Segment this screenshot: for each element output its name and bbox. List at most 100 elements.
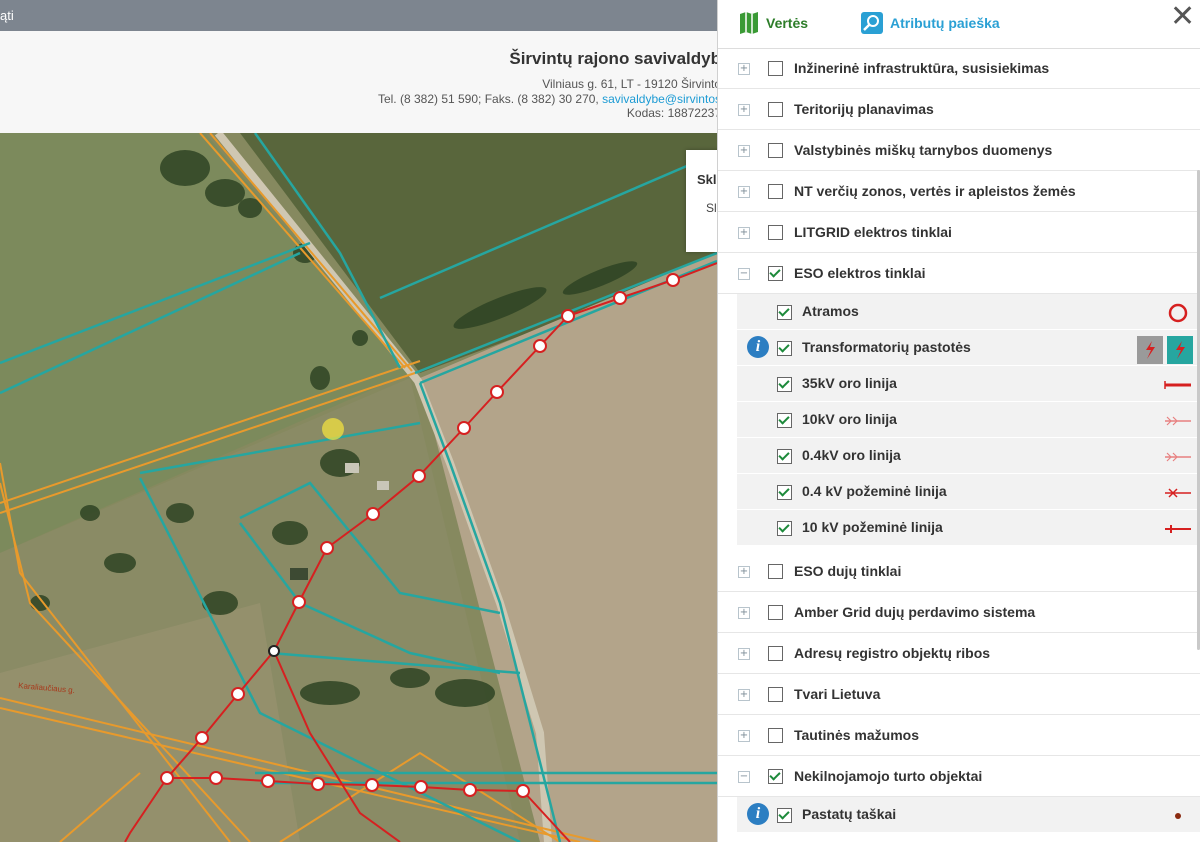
layer-checkbox[interactable]: [768, 769, 783, 784]
expand-icon[interactable]: +: [738, 648, 750, 660]
layer-row[interactable]: + Adresų registro objektų ribos: [718, 633, 1200, 674]
layer-list: + Inžinerinė infrastruktūra, susisiekimas…: [718, 48, 1200, 842]
sublayer-row[interactable]: Atramos: [737, 294, 1200, 330]
layer-checkbox[interactable]: [768, 184, 783, 199]
municipality-contacts: Tel. (8 382) 51 590; Faks. (8 382) 30 27…: [378, 92, 721, 106]
sublayer-row[interactable]: 10kV oro linija: [737, 402, 1200, 438]
top-bar-label: ąti: [0, 8, 14, 23]
sublayer-row[interactable]: i Transformatorių pastotės: [737, 330, 1200, 366]
layer-label: Nekilnojamojo turto objektai: [794, 768, 983, 784]
panel-tabs: Vertės Atributų paieška ✕: [718, 0, 1200, 49]
info-icon[interactable]: i: [747, 336, 769, 358]
expand-icon[interactable]: +: [738, 104, 750, 116]
collapse-icon[interactable]: −: [738, 268, 750, 280]
layer-label: LITGRID elektros tinklai: [794, 224, 952, 240]
municipality-header: Širvintų rajono savivaldyb Vilniaus g. 6…: [0, 31, 721, 133]
expand-icon[interactable]: +: [738, 730, 750, 742]
layer-checkbox[interactable]: [768, 102, 783, 117]
line-10kv-symbol-icon: [1137, 408, 1197, 432]
map-icon: [740, 12, 758, 34]
location-marker[interactable]: [322, 418, 344, 440]
transformer-station[interactable]: [268, 645, 280, 657]
sublayer-label: 10 kV požeminė linija: [802, 519, 943, 535]
layer-row[interactable]: + Teritorijų planavimas: [718, 89, 1200, 130]
sublayer-checkbox[interactable]: [777, 521, 792, 536]
sublayer-label: 0.4kV oro linija: [802, 447, 901, 463]
line-35kv-symbol-icon: [1137, 372, 1197, 396]
sublayer-label: Atramos: [802, 303, 859, 319]
layer-label: Teritorijų planavimas: [794, 101, 934, 117]
sublayer-label: Pastatų taškai: [802, 806, 897, 822]
line-04kv-symbol-icon: [1137, 444, 1197, 468]
expand-icon[interactable]: +: [738, 607, 750, 619]
phone-text: Tel. (8 382) 51 590; Faks. (8 382) 30 27…: [377, 92, 603, 106]
close-icon[interactable]: ✕: [1170, 2, 1195, 32]
top-bar: ąti: [0, 0, 717, 31]
layer-checkbox[interactable]: [768, 225, 783, 240]
layer-checkbox[interactable]: [768, 605, 783, 620]
sublayer-checkbox[interactable]: [777, 449, 792, 464]
building-point-symbol-icon: [1137, 803, 1197, 827]
sublayer-checkbox[interactable]: [777, 377, 792, 392]
layer-row[interactable]: + Tvari Lietuva: [718, 674, 1200, 715]
sublayer-checkbox[interactable]: [777, 485, 792, 500]
layer-label: Inžinerinė infrastruktūra, susisiekimas: [794, 60, 1050, 76]
sublayer-label: 0.4 kV požeminė linija: [802, 483, 947, 499]
sublayer-label: 35kV oro linija: [802, 375, 897, 391]
layer-checkbox[interactable]: [768, 687, 783, 702]
expand-icon[interactable]: +: [738, 227, 750, 239]
attribute-search-icon: [861, 12, 883, 34]
sublayer-checkbox[interactable]: [777, 305, 792, 320]
sublayer-label: 10kV oro linija: [802, 411, 897, 427]
sublayer-label: Transformatorių pastotės: [802, 339, 971, 355]
layers-panel: Vertės Atributų paieška ✕ + Inžinerinė in…: [717, 0, 1200, 842]
sublayer-row[interactable]: i Pastatų taškai: [737, 797, 1200, 833]
layer-label: Valstybinės miškų tarnybos duomenys: [794, 142, 1053, 158]
popup-subtext: Sl: [706, 201, 717, 215]
tab-attribute-search-label: Atributų paieška: [890, 15, 1000, 31]
layer-row[interactable]: + Inžinerinė infrastruktūra, susisiekimas: [718, 48, 1200, 89]
layer-row[interactable]: + Amber Grid dujų perdavimo sistema: [718, 592, 1200, 633]
layer-checkbox[interactable]: [768, 646, 783, 661]
underground-10kv-symbol-icon: [1137, 516, 1197, 540]
layer-row[interactable]: − Nekilnojamojo turto objektai: [718, 756, 1200, 797]
tab-attribute-search[interactable]: Atributų paieška: [861, 9, 1000, 37]
layer-checkbox[interactable]: [768, 143, 783, 158]
sublayer-row[interactable]: 35kV oro linija: [737, 366, 1200, 402]
layer-row[interactable]: + NT verčių zonos, vertės ir apleistos že…: [718, 171, 1200, 212]
email-link[interactable]: savivaldybe@sirvintos: [602, 92, 721, 106]
municipality-title: Širvintų rajono savivaldyb: [509, 49, 721, 68]
layer-checkbox[interactable]: [768, 564, 783, 579]
sublayer-checkbox[interactable]: [777, 341, 792, 356]
expand-icon[interactable]: +: [738, 145, 750, 157]
expand-icon[interactable]: +: [738, 689, 750, 701]
layer-row[interactable]: + Valstybinės miškų tarnybos duomenys: [718, 130, 1200, 171]
expand-icon[interactable]: +: [738, 63, 750, 75]
municipality-code: Kodas: 18872237: [626, 106, 721, 120]
expand-icon[interactable]: +: [738, 566, 750, 578]
expand-icon[interactable]: +: [738, 186, 750, 198]
layer-checkbox[interactable]: [768, 266, 783, 281]
sublayer-checkbox[interactable]: [777, 808, 792, 823]
layer-row[interactable]: − ESO elektros tinklai: [718, 253, 1200, 294]
circle-symbol-icon: [1137, 300, 1197, 324]
layer-label: Amber Grid dujų perdavimo sistema: [794, 604, 1036, 620]
sublayer-row[interactable]: 0.4kV oro linija: [737, 438, 1200, 474]
underground-04kv-symbol-icon: [1137, 480, 1197, 504]
sublayer-row[interactable]: 10 kV požeminė linija: [737, 510, 1200, 546]
layer-checkbox[interactable]: [768, 728, 783, 743]
sublayer-row[interactable]: 0.4 kV požeminė linija: [737, 474, 1200, 510]
layer-label: Tautinės mažumos: [794, 727, 919, 743]
tab-values[interactable]: Vertės: [739, 9, 808, 37]
collapse-icon[interactable]: −: [738, 771, 750, 783]
layer-label: NT verčių zonos, vertės ir apleistos žem…: [794, 183, 1076, 199]
satellite-map: Karaliaučiaus g.: [0, 133, 717, 842]
layer-row[interactable]: + Tautinės mažumos: [718, 715, 1200, 756]
municipality-address: Vilniaus g. 61, LT - 19120 Širvinto: [542, 77, 721, 91]
layer-row[interactable]: + ESO dujų tinklai: [718, 551, 1200, 592]
info-icon[interactable]: i: [747, 803, 769, 825]
sublayer-checkbox[interactable]: [777, 413, 792, 428]
layer-row[interactable]: + LITGRID elektros tinklai: [718, 212, 1200, 253]
map-canvas[interactable]: Karaliaučiaus g.: [0, 133, 717, 842]
layer-checkbox[interactable]: [768, 61, 783, 76]
